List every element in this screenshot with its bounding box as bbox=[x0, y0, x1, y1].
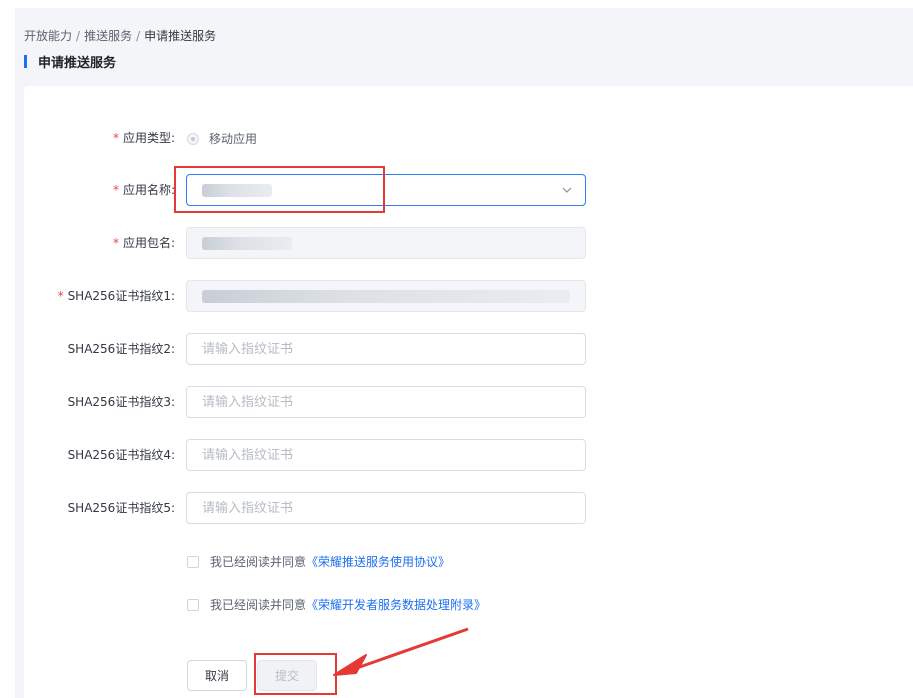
app-name-label: * 应用名称: bbox=[112, 183, 175, 197]
sha2-label: SHA256证书指纹2: bbox=[67, 342, 175, 356]
sha1-label: * SHA256证书指纹1: bbox=[57, 289, 175, 303]
page-header: 申请推送服务 bbox=[24, 52, 117, 71]
chevron-down-icon[interactable] bbox=[561, 184, 573, 196]
annotation-arrow-icon bbox=[333, 627, 469, 676]
package-name-row: * 应用包名: bbox=[24, 227, 913, 259]
app-type-radio[interactable]: 移动应用 bbox=[187, 130, 257, 147]
sha3-label: SHA256证书指纹3: bbox=[67, 395, 175, 409]
sha2-row: SHA256证书指纹2: bbox=[24, 333, 913, 365]
required-mark: * bbox=[112, 236, 119, 250]
annotation-box-app-name bbox=[174, 166, 385, 213]
package-name-label: * 应用包名: bbox=[112, 236, 175, 250]
sha1-value-redacted bbox=[202, 289, 570, 303]
breadcrumb-item-push-service[interactable]: 推送服务 bbox=[84, 29, 132, 43]
cancel-button[interactable]: 取消 bbox=[187, 660, 247, 691]
sha3-input-wrap[interactable] bbox=[186, 386, 586, 418]
sha4-input[interactable] bbox=[202, 447, 570, 463]
package-name-input bbox=[186, 227, 586, 259]
agreement-1-text: 我已经阅读并同意 bbox=[210, 555, 307, 569]
breadcrumb-item-open-capability[interactable]: 开放能力 bbox=[24, 29, 72, 43]
sha4-row: SHA256证书指纹4: bbox=[24, 439, 913, 471]
title-accent-bar bbox=[24, 54, 27, 68]
agreement-2-text: 我已经阅读并同意 bbox=[210, 598, 307, 612]
app-name-row: * 应用名称: bbox=[24, 174, 913, 206]
app-type-label: * 应用类型: bbox=[112, 131, 175, 145]
required-mark: * bbox=[57, 289, 64, 303]
agreement-2-checkbox[interactable] bbox=[187, 598, 199, 611]
sha5-input-wrap[interactable] bbox=[186, 492, 586, 524]
required-mark: * bbox=[112, 183, 119, 197]
sha4-input-wrap[interactable] bbox=[186, 439, 586, 471]
sha1-row: * SHA256证书指纹1: bbox=[24, 280, 913, 312]
agreement-row-1: 我已经阅读并同意 《荣耀推送服务使用协议》 bbox=[187, 553, 450, 570]
agreement-1-checkbox[interactable] bbox=[187, 555, 199, 568]
sha3-row: SHA256证书指纹3: bbox=[24, 386, 913, 418]
breadcrumb-separator: / bbox=[136, 29, 141, 43]
page-title: 申请推送服务 bbox=[38, 55, 117, 71]
form-card: * 应用类型: 移动应用 * 应用名称: * 应用包名: * SHA256证书指纹1: … bbox=[24, 86, 913, 698]
sha5-row: SHA256证书指纹5: bbox=[24, 492, 913, 524]
radio-icon[interactable] bbox=[187, 132, 199, 145]
sha2-input[interactable] bbox=[202, 341, 570, 357]
app-type-row: * 应用类型: 移动应用 bbox=[24, 128, 913, 146]
agreement-row-2: 我已经阅读并同意 《荣耀开发者服务数据处理附录》 bbox=[187, 596, 486, 613]
sha1-input bbox=[186, 280, 586, 312]
breadcrumb-item-current: 申请推送服务 bbox=[144, 29, 217, 43]
sha4-label: SHA256证书指纹4: bbox=[67, 448, 175, 462]
breadcrumb-separator: / bbox=[76, 29, 81, 43]
agreement-1-link[interactable]: 《荣耀推送服务使用协议》 bbox=[306, 553, 450, 570]
left-strip bbox=[0, 0, 15, 698]
breadcrumb: 开放能力 / 推送服务 / 申请推送服务 bbox=[24, 27, 216, 44]
sha5-input[interactable] bbox=[202, 500, 570, 516]
package-name-value-redacted bbox=[202, 236, 292, 250]
sha5-label: SHA256证书指纹5: bbox=[67, 501, 175, 515]
sha2-input-wrap[interactable] bbox=[186, 333, 586, 365]
sha3-input[interactable] bbox=[202, 394, 570, 410]
app-type-option: 移动应用 bbox=[209, 132, 258, 146]
required-mark: * bbox=[112, 131, 119, 145]
annotation-box-submit bbox=[254, 653, 337, 695]
top-strip bbox=[0, 0, 913, 8]
agreement-2-link[interactable]: 《荣耀开发者服务数据处理附录》 bbox=[306, 596, 486, 613]
